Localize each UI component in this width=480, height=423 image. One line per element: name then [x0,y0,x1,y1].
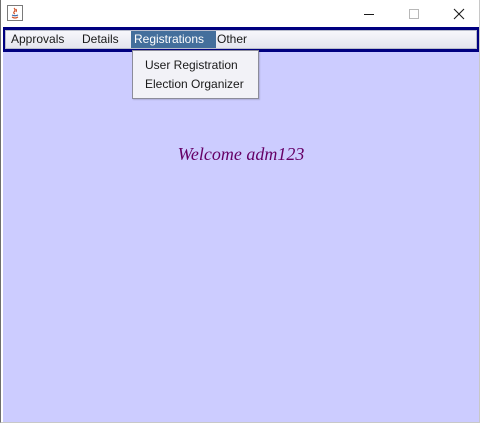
menu-item-election-organizer[interactable]: Election Organizer [145,75,244,93]
menu-approvals[interactable]: Approvals [8,31,67,48]
close-button[interactable] [436,0,479,27]
welcome-message: Welcome adm123 [177,144,305,164]
java-app-icon [7,5,23,21]
menu-registrations[interactable]: Registrations [131,31,216,48]
registrations-dropdown-menu: User Registration Election Organizer [132,50,259,99]
menu-other[interactable]: Other [214,31,250,48]
menu-bar: Approvals Details Registrations Other [3,27,479,52]
menu-item-user-registration[interactable]: User Registration [145,56,238,74]
minimize-button[interactable] [346,0,391,27]
application-window: Approvals Details Registrations Other We… [0,0,480,423]
main-content-panel [3,52,479,422]
close-icon [453,8,464,19]
menu-details[interactable]: Details [79,31,122,48]
menu-bar-strip: Approvals Details Registrations Other [5,30,477,49]
title-bar[interactable] [1,0,479,27]
minimize-icon [363,13,374,15]
maximize-icon [408,8,419,19]
maximize-button[interactable] [391,0,436,27]
